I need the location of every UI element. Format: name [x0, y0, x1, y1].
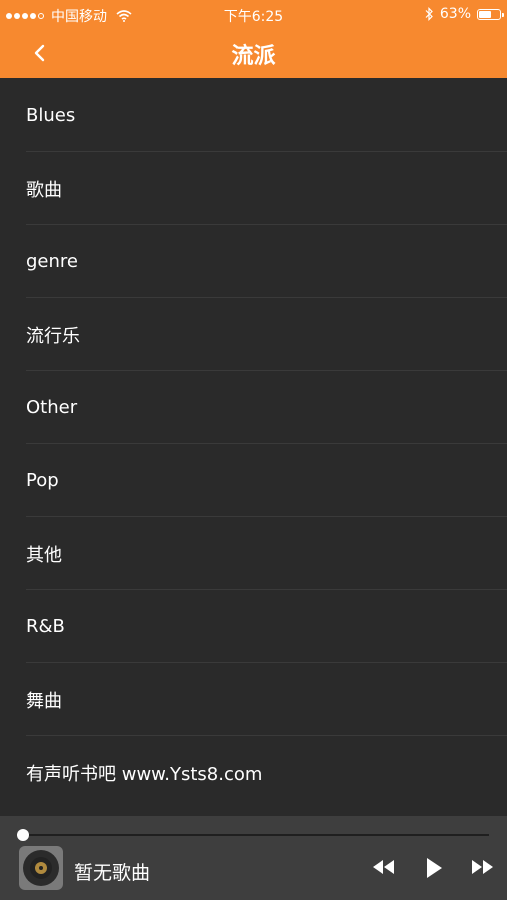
- genre-item[interactable]: R&B: [0, 590, 507, 663]
- battery-percentage: 63%: [439, 6, 471, 22]
- bluetooth-icon: [425, 7, 433, 21]
- genre-item[interactable]: Blues: [0, 79, 507, 152]
- song-title: 暂无歌曲: [74, 862, 151, 884]
- genre-item[interactable]: 其他: [0, 517, 507, 590]
- genre-label: 有声听书吧 www.Ysts8.com: [26, 763, 263, 785]
- genre-label: Blues: [26, 105, 76, 126]
- genre-label: R&B: [26, 616, 65, 637]
- genre-item[interactable]: 流行乐: [0, 298, 507, 371]
- genre-item[interactable]: 有声听书吧 www.Ysts8.com: [0, 736, 507, 809]
- genre-label: 其他: [26, 544, 62, 566]
- album-art-icon[interactable]: [19, 846, 63, 890]
- progress-thumb[interactable]: [17, 829, 29, 841]
- genre-item[interactable]: Pop: [0, 444, 507, 517]
- status-bar: 中国移动 下午6:25 63%: [0, 0, 507, 28]
- genre-item[interactable]: 舞曲: [0, 663, 507, 736]
- status-right: 63%: [424, 6, 504, 22]
- genre-label: genre: [26, 251, 78, 272]
- genre-label: 流行乐: [26, 325, 80, 347]
- battery-icon: [477, 8, 504, 20]
- play-icon[interactable]: [424, 857, 444, 879]
- genre-label: 歌曲: [26, 179, 62, 201]
- rewind-icon[interactable]: [372, 859, 396, 875]
- genre-item[interactable]: 歌曲: [0, 152, 507, 225]
- genre-label: 舞曲: [26, 690, 62, 712]
- page-title: 流派: [231, 44, 276, 69]
- fast-forward-icon[interactable]: [470, 859, 494, 875]
- navigation-bar: 流派: [0, 28, 507, 78]
- genre-item[interactable]: Other: [0, 371, 507, 444]
- genre-label: Other: [26, 397, 78, 418]
- genre-list: Blues 歌曲 genre 流行乐 Other Pop 其他 R&B 舞曲 有…: [0, 79, 507, 809]
- genre-item[interactable]: genre: [0, 225, 507, 298]
- progress-track[interactable]: [22, 834, 489, 836]
- genre-label: Pop: [26, 470, 59, 491]
- mini-player: 暂无歌曲: [0, 816, 507, 900]
